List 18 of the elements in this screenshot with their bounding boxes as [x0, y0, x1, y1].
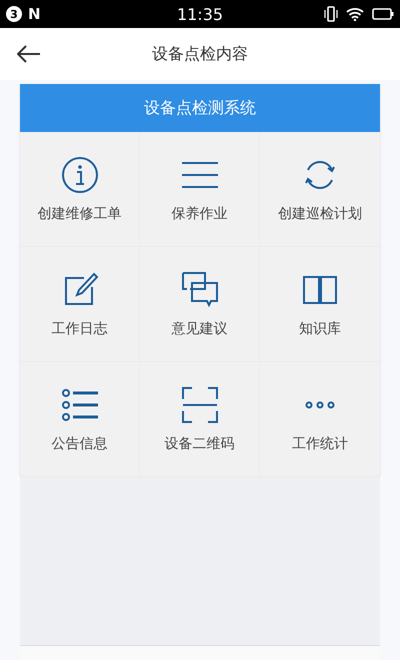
menu-tile[interactable]: 意见建议 [140, 247, 260, 362]
menu-tile[interactable]: 知识库 [260, 247, 380, 362]
wifi-icon [346, 7, 364, 21]
app-logo: N [28, 5, 41, 23]
menu-tile[interactable]: 保养作业 [140, 132, 260, 247]
system-title-bar: 设备点检测系统 [20, 84, 380, 132]
scan-icon [180, 385, 220, 425]
menu-tile[interactable]: 创建巡检计划 [260, 132, 380, 247]
page-title: 设备点检内容 [152, 44, 248, 64]
menu-tile[interactable]: 创建维修工单 [20, 132, 140, 247]
notification-badge: 3 [6, 6, 22, 22]
vibrate-icon [324, 6, 338, 22]
battery-icon [372, 8, 394, 20]
info-icon [60, 155, 100, 195]
back-arrow-icon[interactable] [17, 45, 41, 63]
clock-time: 11:35 [176, 4, 224, 24]
menu-tile[interactable]: 工作日志 [20, 247, 140, 362]
more-icon [305, 401, 335, 409]
